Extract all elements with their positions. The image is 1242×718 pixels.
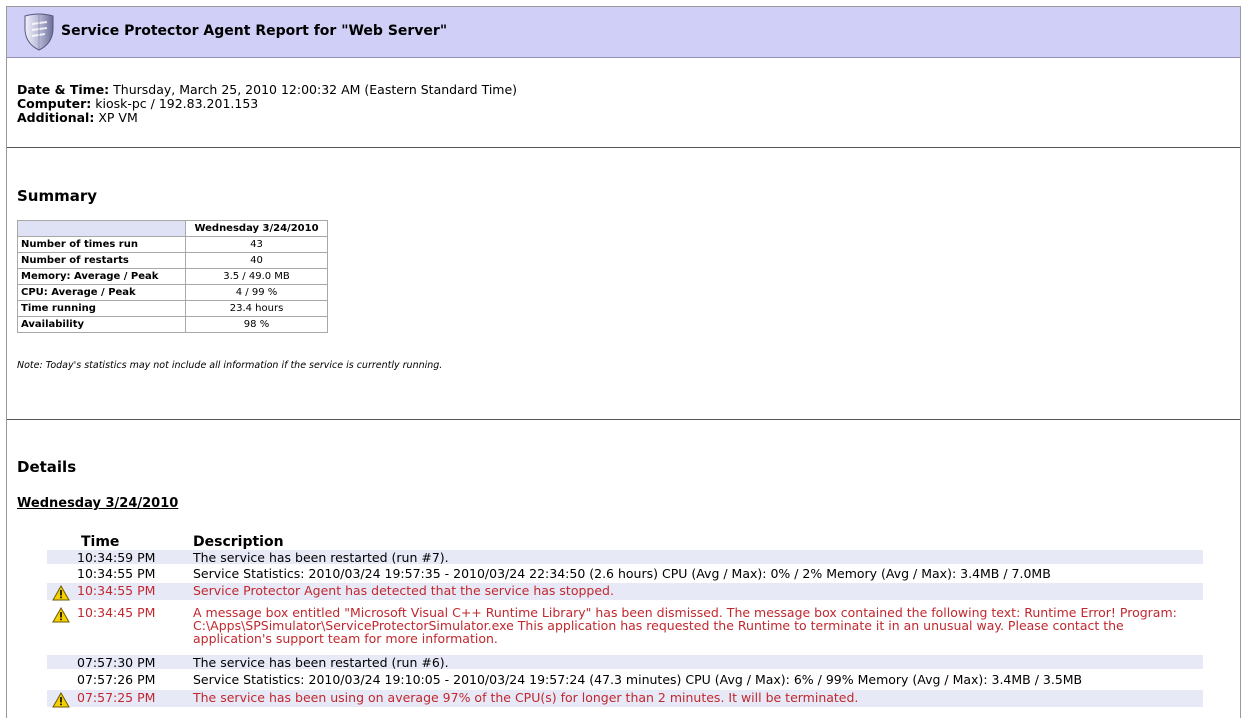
summary-row-label: Number of times run <box>17 236 186 253</box>
event-time: 10:34:45 PM <box>77 605 156 620</box>
summary-row-value: 43 <box>185 236 328 253</box>
computer-line: Computer: kiosk-pc / 192.83.201.153 <box>17 97 517 111</box>
event-description: Service Statistics: 2010/03/24 19:10:05 … <box>193 672 1083 687</box>
additional-label: Additional: <box>17 110 95 125</box>
list-item: 07:57:26 PM Service Statistics: 2010/03/… <box>47 672 1203 686</box>
list-item: 07:57:30 PM The service has been restart… <box>47 655 1203 669</box>
table-row: Number of times run 43 <box>17 236 328 253</box>
summary-header-row: Wednesday 3/24/2010 <box>17 220 328 237</box>
divider <box>7 419 1240 420</box>
table-row: Time running 23.4 hours <box>17 300 328 317</box>
additional-line: Additional: XP VM <box>17 111 517 125</box>
summary-row-label: Time running <box>17 300 186 317</box>
summary-row-value: 98 % <box>185 316 328 333</box>
table-row: Availability 98 % <box>17 316 328 333</box>
event-description: Service Statistics: 2010/03/24 19:57:35 … <box>193 566 1051 581</box>
summary-row-value: 3.5 / 49.0 MB <box>185 268 328 285</box>
report-title: Service Protector Agent Report for "Web … <box>61 23 448 39</box>
computer-label: Computer: <box>17 96 92 111</box>
computer-value: kiosk-pc / 192.83.201.153 <box>95 96 259 111</box>
list-item: 10:34:45 PM A message box entitled "Micr… <box>47 605 1203 649</box>
summary-title: Summary <box>17 187 98 205</box>
summary-row-label: Memory: Average / Peak <box>17 268 186 285</box>
warning-icon <box>52 585 70 601</box>
event-description: The service has been restarted (run #7). <box>193 550 449 565</box>
table-row: Memory: Average / Peak 3.5 / 49.0 MB <box>17 268 328 285</box>
summary-table: Wednesday 3/24/2010 Number of times run … <box>17 220 328 333</box>
list-item: 10:34:55 PM Service Protector Agent has … <box>47 583 1203 601</box>
table-row: CPU: Average / Peak 4 / 99 % <box>17 284 328 301</box>
report-meta: Date & Time: Thursday, March 25, 2010 12… <box>17 83 517 125</box>
summary-column-header: Wednesday 3/24/2010 <box>185 220 328 237</box>
warning-icon <box>52 607 70 623</box>
summary-row-label: CPU: Average / Peak <box>17 284 186 301</box>
shield-icon <box>24 13 54 51</box>
additional-value: XP VM <box>98 110 138 125</box>
event-description: The service has been using on average 97… <box>193 690 859 705</box>
details-title: Details <box>17 458 77 476</box>
summary-row-label: Availability <box>17 316 186 333</box>
description-column-header: Description <box>193 534 284 550</box>
summary-row-label: Number of restarts <box>17 252 186 269</box>
report-frame: Service Protector Agent Report for "Web … <box>6 6 1241 718</box>
event-description: A message box entitled "Microsoft Visual… <box>193 605 1177 646</box>
datetime-label: Date & Time: <box>17 82 110 97</box>
event-time: 10:34:55 PM <box>77 566 156 581</box>
warning-icon <box>52 692 70 708</box>
summary-row-value: 4 / 99 % <box>185 284 328 301</box>
datetime-value: Thursday, March 25, 2010 12:00:32 AM (Ea… <box>113 82 518 97</box>
event-time: 10:34:55 PM <box>77 583 156 598</box>
summary-corner-cell <box>17 220 186 237</box>
details-day-heading: Wednesday 3/24/2010 <box>17 496 179 511</box>
list-item: 10:34:55 PM Service Statistics: 2010/03/… <box>47 566 1203 580</box>
event-description: Service Protector Agent has detected tha… <box>193 583 614 598</box>
summary-row-value: 40 <box>185 252 328 269</box>
time-column-header: Time <box>81 534 120 550</box>
table-row: Number of restarts 40 <box>17 252 328 269</box>
divider <box>7 147 1240 148</box>
summary-note: Note: Today's statistics may not include… <box>17 360 443 371</box>
summary-row-value: 23.4 hours <box>185 300 328 317</box>
list-item: 07:57:25 PM The service has been using o… <box>47 690 1203 708</box>
report-header: Service Protector Agent Report for "Web … <box>7 7 1240 58</box>
event-description: The service has been restarted (run #6). <box>193 655 449 670</box>
event-time: 07:57:26 PM <box>77 672 156 687</box>
list-item: 10:34:59 PM The service has been restart… <box>47 550 1203 564</box>
event-time: 10:34:59 PM <box>77 550 156 565</box>
event-time: 07:57:25 PM <box>77 690 156 705</box>
datetime-line: Date & Time: Thursday, March 25, 2010 12… <box>17 83 517 97</box>
event-time: 07:57:30 PM <box>77 655 156 670</box>
